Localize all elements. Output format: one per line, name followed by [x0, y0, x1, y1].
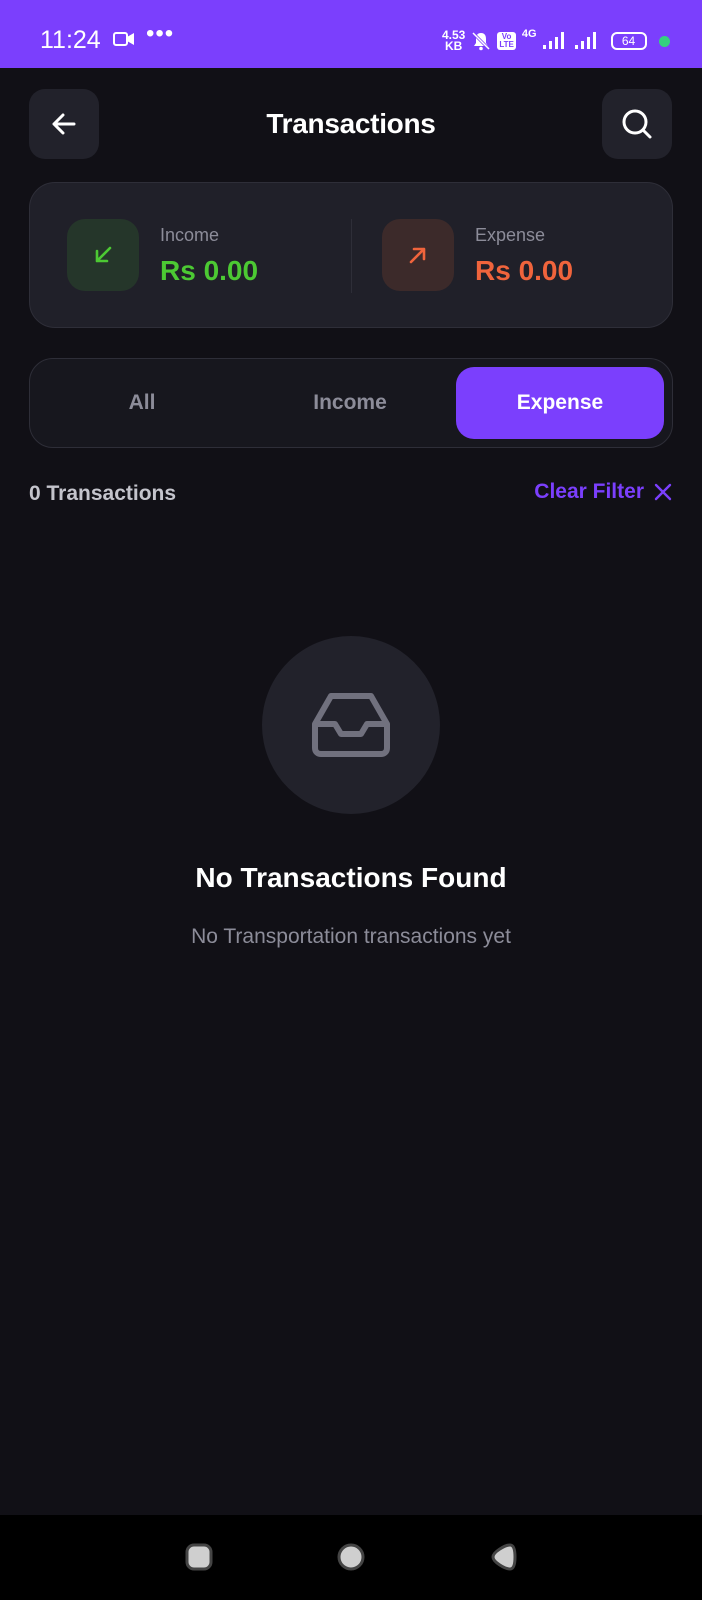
expense-label: Expense: [475, 225, 546, 245]
bell-off-icon: [472, 31, 491, 51]
arrow-up-right-icon: [409, 247, 426, 264]
recent-apps-icon[interactable]: [184, 1542, 214, 1572]
net-speed-unit: KB: [445, 39, 463, 53]
network-speed: 4.53 KB: [442, 29, 465, 53]
clear-filter-label: Clear Filter: [534, 480, 644, 503]
tab-expense[interactable]: Expense: [456, 367, 664, 439]
volte-badge: Vo LTE: [497, 32, 516, 50]
status-time: 11:24: [40, 26, 101, 54]
video-camera-icon: [113, 32, 134, 46]
status-bar: 11:24 ••• 4.53 KB Vo LTE 4G 64: [0, 0, 702, 68]
home-icon[interactable]: [336, 1542, 366, 1572]
notification-dot: [658, 35, 670, 47]
network-type: 4G: [521, 28, 537, 40]
arrow-down-left-icon: [95, 246, 112, 263]
income-label: Income: [160, 225, 220, 245]
empty-state-title: No Transactions Found: [195, 862, 507, 893]
summary-divider: [351, 219, 352, 293]
empty-state-illustration: [262, 636, 440, 814]
inbox-icon: [312, 693, 390, 757]
income-icon-box: [67, 219, 139, 291]
battery-icon: 64: [610, 32, 647, 50]
system-nav-bar: [0, 1515, 702, 1600]
expense-amount: Rs 0.00: [475, 255, 574, 286]
search-button[interactable]: [602, 89, 672, 159]
search-icon: [622, 109, 652, 139]
back-triangle-icon[interactable]: [488, 1542, 518, 1572]
tab-income[interactable]: Income: [246, 367, 454, 439]
signal-icon-sim2: [574, 32, 596, 49]
transaction-count: 0 Transactions: [29, 482, 177, 505]
page-title: Transactions: [266, 108, 436, 139]
tab-all[interactable]: All: [38, 367, 246, 439]
close-icon: [654, 483, 672, 501]
volte-bottom: LTE: [499, 40, 514, 49]
signal-icon: [542, 32, 564, 49]
status-icons: 4.53 KB Vo LTE 4G 64: [442, 28, 670, 54]
filter-tabs: All Income Expense: [29, 358, 673, 448]
empty-state-subtitle: No Transportation transactions yet: [191, 925, 511, 948]
clear-filter-button[interactable]: Clear Filter: [534, 480, 672, 504]
summary-card: Income Rs 0.00 Expense Rs 0.00: [29, 182, 673, 328]
more-notifications-icon: •••: [146, 20, 175, 47]
income-amount: Rs 0.00: [160, 255, 259, 286]
expense-icon-box: [382, 219, 454, 291]
